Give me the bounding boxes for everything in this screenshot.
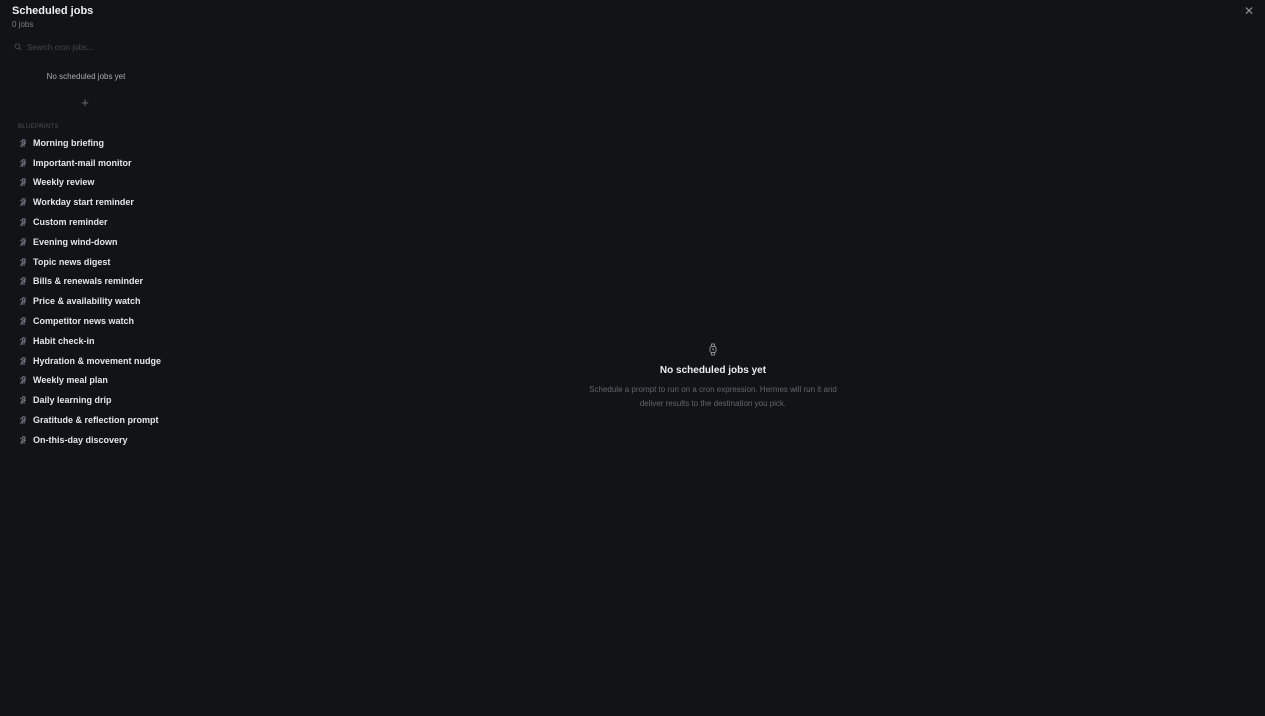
- blueprint-label: Important-mail monitor: [33, 157, 132, 168]
- blueprint-icon: [18, 158, 28, 168]
- blueprint-icon: [18, 316, 28, 326]
- blueprint-icon: [18, 375, 28, 385]
- blueprint-item[interactable]: Daily learning drip: [18, 390, 161, 410]
- blueprint-icon: [18, 138, 28, 148]
- blueprint-icon: [18, 296, 28, 306]
- blueprint-label: Morning briefing: [33, 137, 104, 148]
- blueprint-label: Workday start reminder: [33, 197, 134, 208]
- close-button[interactable]: ✕: [1242, 4, 1256, 18]
- blueprint-label: Habit check-in: [33, 335, 95, 346]
- blueprint-label: Topic news digest: [33, 256, 111, 267]
- empty-state-title: No scheduled jobs yet: [659, 365, 767, 376]
- blueprint-icon: [18, 356, 28, 366]
- blueprint-icon: [18, 217, 28, 227]
- search-icon: [14, 38, 22, 56]
- blueprint-label: Price & availability watch: [33, 296, 141, 307]
- blueprint-label: Custom reminder: [33, 217, 108, 228]
- blueprint-icon: [18, 395, 28, 405]
- blueprint-item[interactable]: Custom reminder: [18, 212, 161, 232]
- blueprint-icon: [18, 197, 28, 207]
- jobs-empty-text: No scheduled jobs yet: [46, 72, 126, 81]
- close-icon: ✕: [1243, 4, 1255, 18]
- blueprint-icon: [18, 276, 28, 286]
- page-title: Scheduled jobs: [12, 5, 94, 17]
- blueprint-item[interactable]: On-this-day discovery: [18, 430, 161, 450]
- blueprint-label: Gratitude & reflection prompt: [33, 415, 159, 426]
- blueprint-label: Weekly meal plan: [33, 375, 108, 386]
- blueprint-icon: [18, 257, 28, 267]
- blueprint-icon: [18, 177, 28, 187]
- plus-icon: +: [81, 95, 89, 110]
- blueprint-item[interactable]: Gratitude & reflection prompt: [18, 410, 161, 430]
- blueprint-item[interactable]: Habit check-in: [18, 331, 161, 351]
- blueprint-item[interactable]: Weekly meal plan: [18, 371, 161, 391]
- blueprint-item[interactable]: Competitor news watch: [18, 311, 161, 331]
- search-bar[interactable]: [10, 39, 162, 55]
- blueprint-label: Evening wind-down: [33, 236, 118, 247]
- blueprint-icon: [18, 435, 28, 445]
- header: Scheduled jobs 0 jobs: [12, 5, 93, 30]
- blueprint-item[interactable]: Weekly review: [18, 173, 161, 193]
- blueprints-heading: Blueprints: [18, 124, 59, 130]
- blueprint-item[interactable]: Morning briefing: [18, 133, 161, 153]
- blueprint-icon: [18, 237, 28, 247]
- watch-icon: [707, 343, 719, 356]
- blueprint-item[interactable]: Bills & renewals reminder: [18, 272, 161, 292]
- blueprint-icon: [18, 415, 28, 425]
- blueprint-item[interactable]: Topic news digest: [18, 252, 161, 272]
- blueprint-item[interactable]: Price & availability watch: [18, 291, 161, 311]
- job-count: 0 jobs: [12, 20, 34, 29]
- sidebar: No scheduled jobs yet + Blueprints Morni…: [0, 36, 172, 716]
- add-job-button[interactable]: +: [78, 96, 92, 110]
- blueprint-label: Weekly review: [33, 177, 95, 188]
- blueprint-label: On-this-day discovery: [33, 434, 128, 445]
- blueprint-item[interactable]: Important-mail monitor: [18, 153, 161, 173]
- blueprint-list: Morning briefing Important-mail monitor …: [18, 133, 161, 450]
- blueprint-label: Bills & renewals reminder: [33, 276, 144, 287]
- blueprint-item[interactable]: Hydration & movement nudge: [18, 351, 161, 371]
- blueprint-label: Competitor news watch: [33, 316, 135, 327]
- blueprint-item[interactable]: Workday start reminder: [18, 192, 161, 212]
- scheduled-jobs-panel: Scheduled jobs 0 jobs ✕ No scheduled job…: [0, 0, 1265, 716]
- empty-state: No scheduled jobs yet Schedule a prompt …: [540, 343, 886, 411]
- empty-state-description: Schedule a prompt to run on a cron expre…: [589, 385, 837, 408]
- blueprint-item[interactable]: Evening wind-down: [18, 232, 161, 252]
- blueprint-icon: [18, 336, 28, 346]
- blueprint-label: Daily learning drip: [33, 395, 112, 406]
- search-input[interactable]: [27, 42, 157, 52]
- blueprint-label: Hydration & movement nudge: [33, 355, 162, 366]
